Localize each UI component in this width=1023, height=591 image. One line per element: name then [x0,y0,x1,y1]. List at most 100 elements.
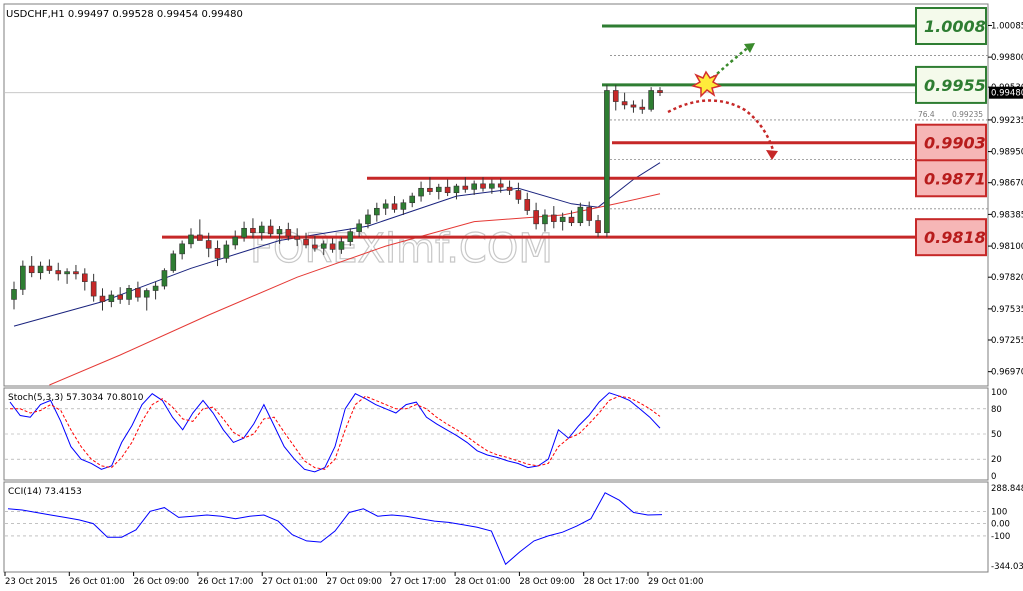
candle-body [568,216,575,224]
price-panel-frame [3,3,989,387]
price-y-tick-label: 0.98670 [991,179,1023,189]
x-tick-label: 28 Oct 01:00 [455,577,510,587]
current-price-label: 0.99480 [991,89,1023,99]
candle-body [258,225,265,234]
candle-body [621,101,628,106]
x-tick-label: 26 Oct 17:00 [198,577,253,587]
candle-body [90,281,97,297]
x-tick-label: 26 Oct 09:00 [134,577,189,587]
candle-body [312,244,318,249]
candle-body [409,195,416,204]
candle-body [577,206,584,224]
candle-body [586,206,593,221]
cci-panel-frame [3,481,989,573]
cci-y-tick-label: -344.036 [991,562,1023,572]
candle-body [542,214,548,225]
stoch-panel: Stoch(5,3,3) 57.3034 70.8010 100 80 50 20 0 [3,387,1007,482]
level-label: 1.0008 [924,17,986,36]
price-y-tick-label: 0.97535 [991,305,1023,315]
candle-body [515,190,522,200]
x-tick-label: 27 Oct 01:00 [262,577,317,587]
candle-body [20,265,26,290]
price-y-axis: 1.000850.998000.995300.992350.989500.986… [988,21,1023,378]
level-label: 0.9871 [924,169,986,188]
candle-body [604,90,610,234]
candle-body [595,220,601,234]
price-y-tick-label: 0.98385 [991,210,1023,220]
price-y-tick-label: 0.96970 [991,368,1023,378]
price-y-tick-label: 0.98950 [991,148,1023,158]
candle-body [444,186,451,194]
candle-body [73,271,79,275]
candle-body [400,202,407,210]
x-tick-label: 26 Oct 01:00 [69,577,124,587]
candle-body [559,216,566,222]
watermark: FOREXimf.COM [250,226,553,272]
candle-body [462,185,469,190]
stoch-y-tick-label: 50 [991,430,1002,440]
candle-body [64,271,70,275]
x-tick-label: 29 Oct 01:00 [648,577,703,587]
candle-body [152,285,159,291]
candle-body [524,199,531,211]
cci-y-axis: 288.848 100 0.00 -100 -344.036 [991,484,1023,572]
cci-y-tick-label: 288.848 [991,484,1023,494]
candle-body [285,229,292,237]
stoch-y-tick-label: 80 [991,405,1002,415]
candle-body [453,185,460,194]
candle-body [382,203,389,209]
candle-body [427,187,433,192]
x-axis: 23 Oct 2015 26 Oct 01:00 26 Oct 09:00 26 Oc… [4,572,703,587]
x-tick-label: 28 Oct 17:00 [584,577,639,587]
candle-body [329,243,336,250]
candle-body [170,253,177,271]
stoch-title: Stoch(5,3,3) 57.3034 70.8010 [8,393,144,403]
x-tick-label: 28 Oct 09:00 [519,577,574,587]
price-y-tick-label: 1.00085 [991,21,1023,31]
candle-body [55,270,62,275]
candle-body [320,243,327,249]
candle-body [418,187,424,197]
candle-body [28,265,35,274]
stoch-y-tick-label: 0 [991,472,996,482]
stoch-y-axis: 100 80 50 20 0 [991,388,1007,482]
candle-body [639,106,646,110]
candle-body [197,234,203,241]
candle-body [205,240,212,249]
candle-body [188,234,194,245]
candle-body [435,186,442,192]
candle-body [214,247,221,259]
candle-body [46,265,53,271]
candle-body [179,243,185,255]
x-tick-label: 27 Oct 09:00 [327,577,382,587]
candle-body [612,90,619,102]
chart-root: USDCHF,H1 0.99497 0.99528 0.99454 0.9948… [3,3,1023,587]
candle-body [374,207,380,216]
x-tick-label: 27 Oct 17:00 [391,577,446,587]
candle-body [250,227,256,234]
candle-body [480,183,486,189]
candle-body [303,239,309,246]
candle-body [294,235,300,240]
candle-body [471,183,477,190]
price-y-tick-label: 0.98100 [991,242,1023,252]
candle-body [391,203,398,210]
candle-body [489,183,495,189]
fib-ratio-label: 76.4 [918,110,935,119]
cci-y-tick-label: -100 [991,532,1010,542]
level-label: 0.9903 [924,134,986,153]
candle-body [506,186,513,191]
price-y-tick-label: 0.99235 [991,116,1023,126]
candle-body [267,225,274,235]
x-tick-label: 23 Oct 2015 [5,577,58,587]
candle-body [630,104,637,108]
price-panel: USDCHF,H1 0.99497 0.99528 0.99454 0.9948… [3,3,1023,387]
candle-body [232,236,239,246]
candle-body [108,294,115,302]
candle-body [11,289,17,300]
price-y-tick-label: 0.97255 [991,336,1023,346]
cci-y-tick-label: 100 [991,507,1007,517]
candle-body [81,273,88,282]
candle-body [99,295,106,302]
candle-body [241,227,247,238]
